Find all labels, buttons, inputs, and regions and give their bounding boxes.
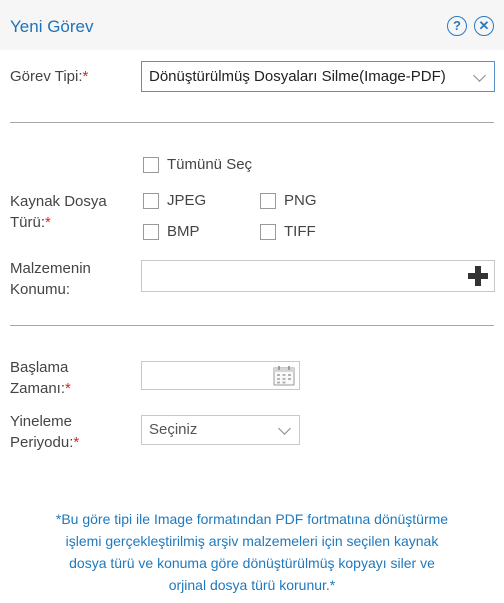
- start-time-label: Başlama Zamanı:*: [10, 357, 71, 399]
- task-type-label: Görev Tipi:*: [10, 66, 88, 87]
- checkbox-box[interactable]: [260, 192, 276, 209]
- help-icon[interactable]: ?: [447, 16, 467, 36]
- material-location-label: Malzemenin Konumu:: [10, 258, 91, 300]
- repeat-period-label-line2: Periyodu:: [10, 434, 74, 451]
- start-time-input[interactable]: [141, 361, 300, 390]
- source-file-type-label-line1: Kaynak Dosya: [10, 193, 107, 210]
- dialog-title: Yeni Görev: [10, 17, 94, 36]
- dialog-header: Yeni Görev ? ✕: [0, 0, 504, 50]
- required-mark: *: [82, 68, 89, 85]
- checkbox-png[interactable]: PNG: [260, 192, 317, 209]
- repeat-period-selected-value: Seçiniz: [149, 421, 198, 438]
- checkbox-bmp[interactable]: BMP: [143, 223, 200, 240]
- required-mark: *: [45, 214, 51, 231]
- checkbox-box[interactable]: [143, 156, 159, 173]
- checkbox-jpeg-label: JPEG: [167, 192, 207, 209]
- info-note-line1: *Bu göre tipi ile Image formatından PDF …: [55, 511, 449, 527]
- repeat-period-label: Yineleme Periyodu:*: [10, 411, 79, 453]
- info-note: *Bu göre tipi ile Image formatından PDF …: [14, 508, 490, 596]
- checkbox-bmp-label: BMP: [167, 223, 200, 240]
- source-file-type-label: Kaynak Dosya Türü:*: [10, 191, 107, 233]
- checkbox-box[interactable]: [260, 223, 276, 240]
- task-type-selected-value: Dönüştürülmüş Dosyaları Silme(Image-PDF): [149, 68, 446, 85]
- info-note-line3: dosya türü ve konuma göre dönüştürülmüş …: [69, 555, 435, 571]
- calendar-icon[interactable]: [273, 365, 295, 386]
- chevron-down-icon: [278, 422, 291, 435]
- required-mark: *: [73, 434, 80, 451]
- source-file-type-label-line2: Türü:: [10, 214, 46, 231]
- checkbox-tiff[interactable]: TIFF: [260, 223, 316, 240]
- select-all-label: Tümünü Seç: [167, 156, 253, 173]
- info-note-line4: orjinal dosya türü korunur.*: [168, 577, 336, 593]
- task-type-select[interactable]: Dönüştürülmüş Dosyaları Silme(Image-PDF): [141, 61, 495, 92]
- chevron-down-icon: [473, 69, 486, 82]
- checkbox-box[interactable]: [143, 223, 159, 240]
- checkbox-box[interactable]: [143, 192, 159, 209]
- task-type-label-text: Görev Tipi:: [10, 68, 83, 85]
- close-icon[interactable]: ✕: [474, 16, 494, 36]
- info-note-line2: işlemi gerçekleştirilmiş arşiv malzemele…: [65, 533, 439, 549]
- section-divider: [10, 122, 494, 123]
- select-all-checkbox[interactable]: Tümünü Seç: [143, 156, 252, 173]
- material-location-label-line2: Konumu:: [10, 281, 71, 298]
- start-time-label-line1: Başlama: [10, 359, 69, 376]
- section-divider: [10, 325, 494, 326]
- plus-icon[interactable]: [468, 266, 488, 286]
- checkbox-tiff-label: TIFF: [284, 223, 316, 240]
- repeat-period-label-line1: Yineleme: [10, 413, 72, 430]
- repeat-period-select[interactable]: Seçiniz: [141, 415, 300, 445]
- material-location-label-line1: Malzemenin: [10, 260, 91, 277]
- checkbox-jpeg[interactable]: JPEG: [143, 192, 206, 209]
- material-location-input[interactable]: [141, 260, 495, 292]
- start-time-label-line2: Zamanı:: [10, 380, 66, 397]
- required-mark: *: [65, 380, 71, 397]
- checkbox-png-label: PNG: [284, 192, 317, 209]
